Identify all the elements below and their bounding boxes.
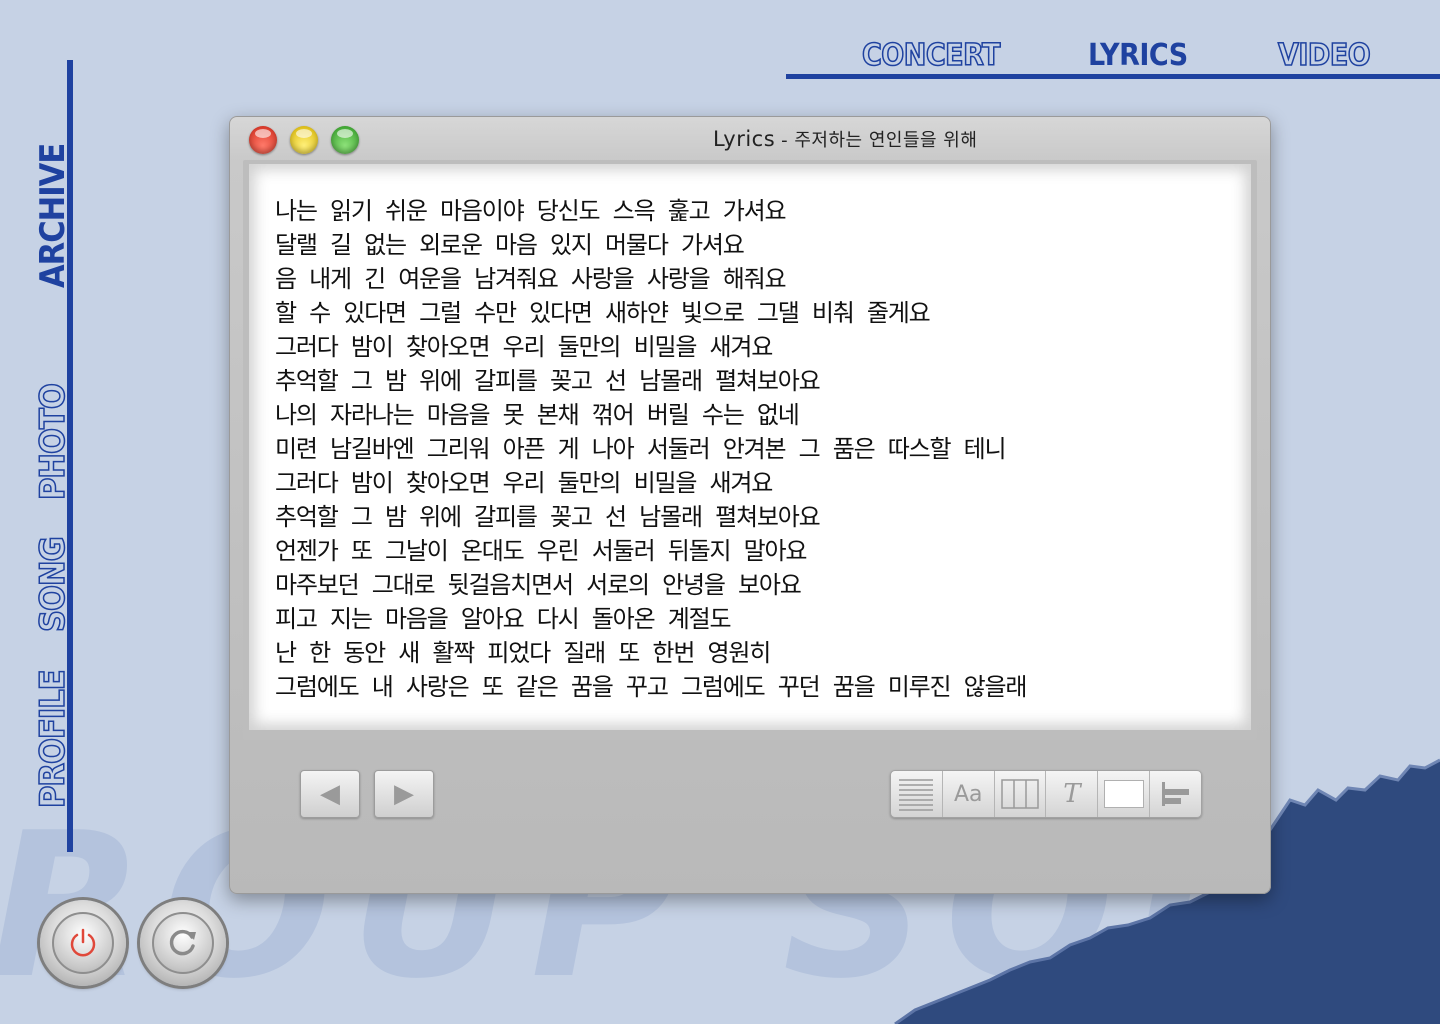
lyrics-window: Lyrics - 주저하는 연인들을 위해 나는 읽기 쉬운 마음이야 당신도 스… [229, 116, 1271, 894]
align-icon [1161, 782, 1189, 806]
nav-photo[interactable]: PHOTO [32, 383, 74, 500]
power-button-face [52, 912, 114, 974]
lyrics-frame: 나는 읽기 쉬운 마음이야 당신도 스윽 훑고 가셔요 달랠 길 없는 외로운 … [243, 160, 1257, 740]
window-title-subtitle: - 주저하는 연인들을 위해 [781, 130, 978, 151]
lines-icon [899, 779, 934, 811]
color-swatch-icon [1103, 780, 1144, 808]
lyric-line: 그러다 밤이 찾아오면 우리 둘만의 비밀을 새겨요 [275, 469, 773, 497]
previous-button[interactable]: ◀ [300, 770, 360, 818]
window-close-button[interactable] [249, 126, 277, 154]
refresh-icon [169, 929, 196, 956]
toolbar-columns-button[interactable] [995, 771, 1047, 817]
lyrics-content: 나는 읽기 쉬운 마음이야 당신도 스윽 훑고 가셔요 달랠 길 없는 외로운 … [249, 164, 1251, 730]
refresh-button[interactable] [140, 900, 226, 986]
nav-song[interactable]: SONG [32, 537, 74, 633]
toolbar-color-button[interactable] [1098, 771, 1151, 817]
lyric-line: 피고 지는 마음을 알아요 다시 돌아온 계절도 [275, 605, 732, 633]
lyric-line: 난 한 동안 새 활짝 피었다 질래 또 한번 영원히 [275, 639, 771, 667]
lyric-line: 음 내게 긴 여운을 남겨줘요 사랑을 사랑을 해줘요 [275, 265, 787, 293]
lyric-line: 그러다 밤이 찾아오면 우리 둘만의 비밀을 새겨요 [275, 333, 773, 361]
lyric-line: 그럼에도 내 사랑은 또 같은 꿈을 꾸고 그럼에도 꾸던 꿈을 미루진 않을래 [275, 673, 1027, 701]
window-title-name: Lyrics [713, 127, 776, 151]
text-style-icon: T [1063, 779, 1081, 809]
lyric-line: 추억할 그 밤 위에 갈피를 꽂고 선 남몰래 펼쳐보아요 [275, 503, 821, 531]
lyrics-list: 나는 읽기 쉬운 마음이야 당신도 스윽 훑고 가셔요 달랠 길 없는 외로운 … [275, 194, 1027, 704]
lyric-line: 나는 읽기 쉬운 마음이야 당신도 스윽 훑고 가셔요 [275, 197, 787, 225]
lyric-line: 미련 남길바엔 그리워 아픈 게 나아 서둘러 안겨본 그 품은 따스할 테니 [275, 435, 1007, 463]
power-button[interactable] [40, 900, 126, 986]
lyric-line: 마주보던 그대로 뒷걸음치면서 서로의 안녕을 보아요 [275, 571, 802, 599]
columns-icon [1001, 779, 1039, 809]
formatting-toolbar: Aa T [890, 770, 1202, 818]
refresh-button-face [152, 912, 214, 974]
lyric-line: 할 수 있다면 그럴 수만 있다면 새하얀 빛으로 그댈 비춰 줄게요 [275, 299, 931, 327]
triangle-left-icon: ◀ [320, 779, 340, 809]
nav-video[interactable]: VIDEO [1277, 37, 1371, 74]
next-button[interactable]: ▶ [374, 770, 434, 818]
nav-profile[interactable]: PROFILE [32, 670, 74, 809]
window-title: Lyrics - 주저하는 연인들을 위해 [713, 126, 977, 152]
nav-lyrics[interactable]: LYRICS [1088, 38, 1188, 73]
top-nav-underline [786, 74, 1440, 79]
lyric-line: 언젠가 또 그날이 온대도 우린 서둘러 뒤돌지 말아요 [275, 537, 807, 565]
font-icon: Aa [953, 781, 983, 807]
window-maximize-button[interactable] [331, 126, 359, 154]
toolbar-font-button[interactable]: Aa [943, 771, 995, 817]
toolbar-lines-button[interactable] [891, 771, 943, 817]
lyric-line: 추억할 그 밤 위에 갈피를 꽂고 선 남몰래 펼쳐보아요 [275, 367, 821, 395]
toolbar-align-button[interactable] [1150, 771, 1201, 817]
lyric-line: 나의 자라나는 마음을 못 본채 꺾어 버릴 수는 없네 [275, 401, 800, 429]
window-minimize-button[interactable] [290, 126, 318, 154]
triangle-right-icon: ▶ [394, 779, 414, 809]
lyric-line: 달랠 길 없는 외로운 마음 있지 머물다 가셔요 [275, 231, 745, 259]
nav-archive[interactable]: ARCHIVE [33, 144, 73, 288]
nav-concert[interactable]: CONCERT [861, 37, 1001, 74]
toolbar-text-style-button[interactable]: T [1046, 771, 1099, 817]
power-icon [70, 928, 96, 957]
